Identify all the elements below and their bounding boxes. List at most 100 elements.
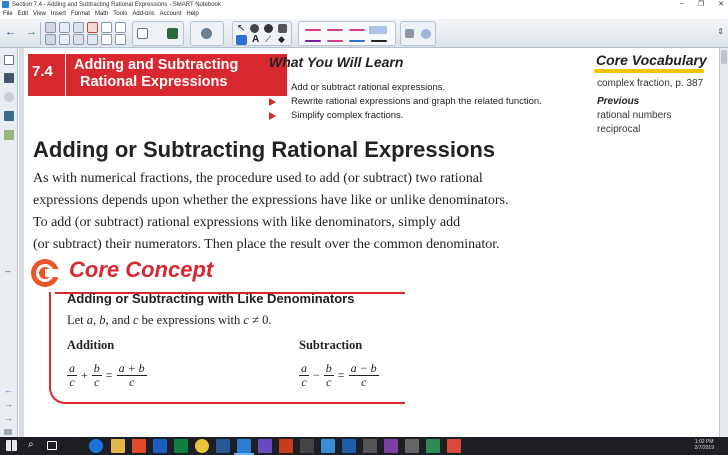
vocab-previous-term: reciprocal [597, 124, 641, 135]
add-page-sidebar-icon[interactable]: → [4, 414, 13, 423]
windows-taskbar: ⌕ 1:02 PM 2/7/2019 [0, 437, 728, 455]
powerpoint-icon[interactable] [279, 439, 293, 453]
learning-objective-text: Add or subtract rational expressions. [291, 82, 446, 93]
pen-color-swatch-6[interactable] [327, 40, 343, 42]
menu-add-ons[interactable]: Add-ons [132, 11, 154, 17]
chrome-icon[interactable] [195, 439, 209, 453]
minimize-button[interactable]: – [680, 0, 684, 8]
app-icon[interactable] [342, 439, 356, 453]
open-file-icon[interactable] [45, 34, 56, 45]
pen-color-swatch-1[interactable] [305, 29, 321, 31]
add-page-icon[interactable] [45, 22, 56, 33]
clock[interactable]: 1:02 PM 2/7/2019 [695, 439, 714, 451]
pen-color-swatch-5[interactable] [305, 40, 321, 42]
pen-color-swatch-2[interactable] [327, 29, 343, 31]
menu-math[interactable]: Math [95, 11, 108, 17]
save-icon[interactable] [73, 22, 84, 33]
selected-tool-icon[interactable] [236, 35, 247, 45]
rule-heading: Adding or Subtracting with Like Denomina… [67, 291, 355, 306]
vertical-scrollbar[interactable] [719, 48, 728, 437]
window-controls: – ❐ ✕ [680, 0, 724, 8]
pen-icon[interactable] [250, 24, 259, 33]
eraser-icon[interactable] [278, 24, 287, 33]
back-icon[interactable]: ← [5, 27, 16, 38]
gallery-icon[interactable] [4, 73, 14, 83]
app-icon[interactable] [447, 439, 461, 453]
menu-format[interactable]: Format [71, 11, 90, 17]
clear-page-icon[interactable] [115, 22, 126, 33]
pen-color-swatch-4-selected[interactable] [369, 26, 387, 34]
app-icon[interactable] [363, 439, 377, 453]
menu-help[interactable]: Help [186, 11, 198, 17]
start-icon[interactable] [6, 440, 17, 451]
file-explorer-icon[interactable] [111, 439, 125, 453]
screen-shade-icon[interactable] [101, 34, 112, 45]
sidebar-toggle-icon[interactable] [4, 429, 12, 435]
office-icon[interactable] [132, 439, 146, 453]
word-icon[interactable] [216, 439, 230, 453]
next-page-icon[interactable]: → [4, 400, 13, 409]
page-sorter-icon[interactable] [4, 55, 14, 65]
fraction: a + bc [116, 361, 147, 389]
app-icon[interactable] [426, 439, 440, 453]
app-icon[interactable] [405, 439, 419, 453]
excel-icon[interactable] [174, 439, 188, 453]
line-icon[interactable]: ⟋ [265, 34, 271, 45]
menu-edit[interactable]: Edit [18, 11, 28, 17]
fraction: ac [299, 361, 309, 389]
forward-icon[interactable]: → [26, 27, 37, 38]
outlook-icon[interactable] [153, 439, 167, 453]
task-view-icon[interactable] [47, 441, 57, 450]
add-ons-icon[interactable] [167, 28, 178, 39]
smart-notebook-window: Section 7.4 - Adding and Subtracting Rat… [0, 0, 728, 455]
core-concept-bracket [49, 292, 65, 404]
notebook-page[interactable]: 7.4 Adding and Subtracting Rational Expr… [19, 48, 719, 437]
maximize-button[interactable]: ❐ [698, 0, 704, 8]
table-icon[interactable] [137, 28, 148, 39]
select-icon[interactable]: ↖ [237, 23, 245, 34]
pen-color-swatch-3[interactable] [349, 29, 365, 31]
screen-capture-icon[interactable] [73, 34, 84, 45]
undo-icon[interactable] [59, 22, 70, 33]
onenote-icon[interactable] [258, 439, 272, 453]
paste-icon[interactable] [101, 22, 112, 33]
core-vocabulary-title: Core Vocabulary [596, 52, 707, 68]
properties-icon[interactable] [421, 29, 431, 39]
toolbar-collapse-icon[interactable]: ⇕ [717, 27, 724, 36]
app-icon[interactable] [321, 439, 335, 453]
search-icon[interactable]: ⌕ [28, 439, 34, 450]
document-camera-icon[interactable] [115, 34, 126, 45]
window-title: Section 7.4 - Adding and Subtracting Rat… [12, 1, 221, 8]
fill-icon[interactable]: ◆ [278, 34, 285, 45]
attachments-icon[interactable] [4, 92, 14, 102]
delete-page-icon[interactable] [87, 22, 98, 33]
pen-color-palette [298, 21, 396, 46]
full-screen-icon[interactable] [87, 34, 98, 45]
scrollbar-thumb[interactable] [721, 50, 727, 64]
text-tool-icon[interactable]: A [252, 34, 259, 45]
section-title: Adding and Subtracting Rational Expressi… [74, 57, 238, 91]
app-icon[interactable] [384, 439, 398, 453]
sidebar-resize-icon[interactable]: ↔ [4, 266, 12, 275]
vocab-highlight [594, 69, 704, 73]
measure-icon[interactable] [201, 28, 212, 39]
pen-color-swatch-7[interactable] [349, 40, 365, 42]
close-button[interactable]: ✕ [718, 0, 724, 8]
edge-browser-icon[interactable] [89, 439, 103, 453]
shapes-icon[interactable] [264, 24, 273, 33]
rule-statement: Let a, b, and c be expressions with c ≠ … [67, 313, 272, 327]
menu-account[interactable]: Account [160, 11, 182, 17]
app-icon[interactable] [300, 439, 314, 453]
menu-insert[interactable]: Insert [51, 11, 66, 17]
menu-tools[interactable]: Tools [113, 11, 127, 17]
add-ons-tab-icon[interactable] [4, 130, 14, 140]
core-concept-title: Core Concept [69, 257, 214, 282]
previous-page-icon[interactable]: ← [4, 386, 13, 395]
menu-file[interactable]: File [3, 11, 13, 17]
smart-notebook-taskbar-icon[interactable] [237, 439, 251, 453]
pen-color-swatch-8[interactable] [371, 40, 387, 42]
redo-icon[interactable] [59, 34, 70, 45]
line-style-icon[interactable] [405, 29, 414, 38]
menu-view[interactable]: View [33, 11, 46, 17]
properties-tab-icon[interactable] [4, 111, 14, 121]
